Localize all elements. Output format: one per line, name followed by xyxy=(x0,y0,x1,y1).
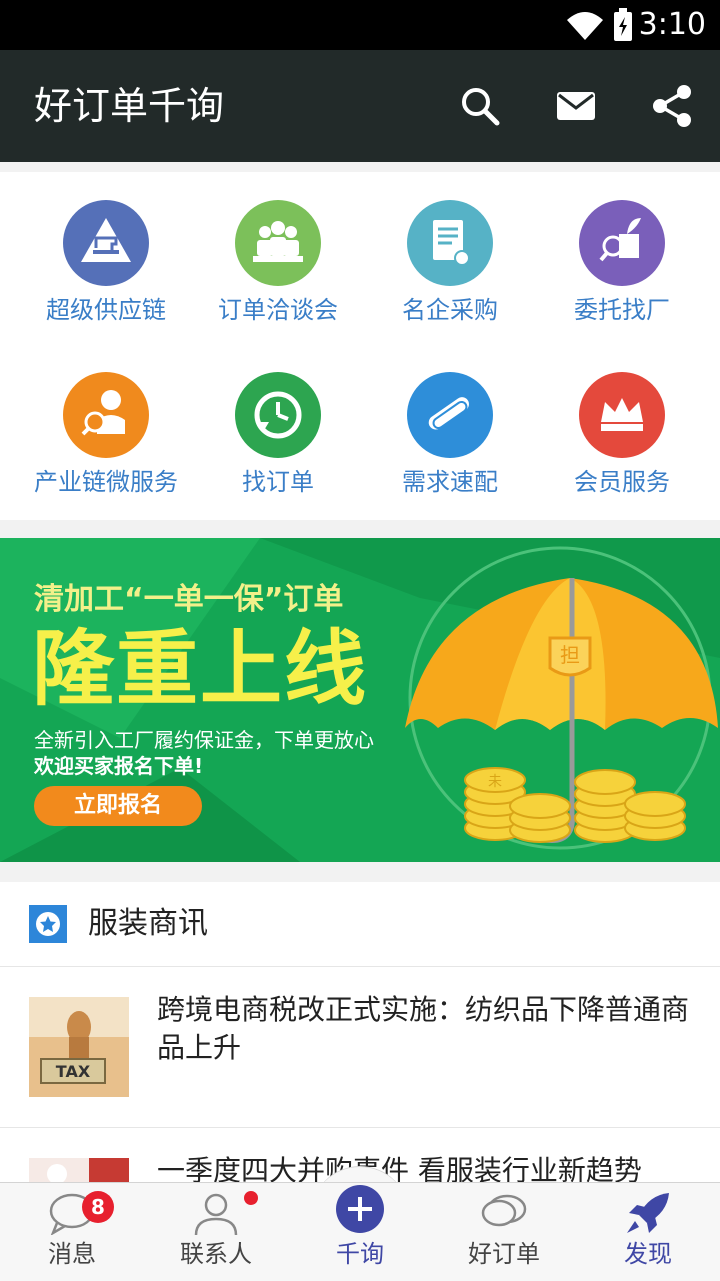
handshake-icon xyxy=(407,372,493,458)
status-bar: 3:10 xyxy=(0,0,720,50)
app-bar: 好订单千询 xyxy=(0,50,720,162)
mail-icon[interactable] xyxy=(552,82,600,130)
person-icon xyxy=(194,1193,238,1235)
thumb-label: TAX xyxy=(56,1062,91,1081)
tab-messages[interactable]: 8 消息 xyxy=(0,1183,144,1281)
banner-line1: 清加工“一单一保”订单 xyxy=(34,582,344,617)
grid-item-order-fair[interactable]: 订单洽谈会 xyxy=(188,172,368,332)
meeting-people-icon xyxy=(235,200,321,286)
banner-desc2: 欢迎买家报名下单! xyxy=(34,754,204,778)
wifi-icon xyxy=(567,12,603,40)
battery-icon xyxy=(614,8,632,41)
news-thumbnail xyxy=(29,1158,129,1182)
news-header: 服装商讯 xyxy=(0,882,720,967)
grid-item-super-supply-chain[interactable]: 超级供应链 xyxy=(16,172,196,332)
news-item-title: 跨境电商税改正式实施：纺织品下降普通商品上升 xyxy=(157,993,690,1064)
app-title: 好订单千询 xyxy=(34,84,225,128)
status-time: 3:10 xyxy=(638,7,706,42)
crown-icon xyxy=(579,372,665,458)
function-grid: 超级供应链 订单洽谈会 名企采购 委托找厂 产业链微服务 找订单 需求速配 会员… xyxy=(0,172,720,520)
grid-item-label: 超级供应链 xyxy=(46,296,166,324)
grid-item-member-service[interactable]: 会员服务 xyxy=(532,344,712,504)
rocket-icon xyxy=(627,1193,669,1233)
sewing-machine-icon xyxy=(63,200,149,286)
bottom-tab-bar: 8 消息 联系人 千询 好订单 发现 xyxy=(0,1182,720,1281)
tab-label: 联系人 xyxy=(180,1240,252,1268)
grid-item-label: 产业链微服务 xyxy=(34,468,178,496)
news-section: 服装商讯 TAX 跨境电商税改正式实施：纺织品下降普通商品上升 一季度四大并购事… xyxy=(0,882,720,1182)
tab-qianxun[interactable]: 千询 xyxy=(288,1183,432,1281)
umbrella-coins-illustration: 担 未 xyxy=(405,578,718,844)
tab-label: 发现 xyxy=(624,1240,672,1268)
banner-desc1: 全新引入工厂履约保证金，下单更放心 xyxy=(34,728,374,752)
grid-item-find-factory[interactable]: 委托找厂 xyxy=(532,172,712,332)
service-person-icon xyxy=(63,372,149,458)
share-icon[interactable] xyxy=(648,82,696,130)
tab-good-orders[interactable]: 好订单 xyxy=(432,1183,576,1281)
search-icon[interactable] xyxy=(456,82,504,130)
certificate-document-icon xyxy=(407,200,493,286)
tab-contacts[interactable]: 联系人 xyxy=(144,1183,288,1281)
shield-char: 担 xyxy=(560,643,580,667)
banner-headline: 隆重上线 xyxy=(32,622,369,717)
grid-item-label: 找订单 xyxy=(242,468,314,496)
news-thumbnail: TAX xyxy=(29,997,129,1097)
grid-item-demand-match[interactable]: 需求速配 xyxy=(360,344,540,504)
tab-label: 千询 xyxy=(336,1240,384,1268)
grid-item-micro-service[interactable]: 产业链微服务 xyxy=(16,344,196,504)
grid-item-famous-purchase[interactable]: 名企采购 xyxy=(360,172,540,332)
grid-item-label: 名企采购 xyxy=(402,296,498,324)
tab-label: 消息 xyxy=(48,1240,96,1268)
news-item[interactable]: TAX 跨境电商税改正式实施：纺织品下降普通商品上升 xyxy=(0,967,720,1128)
news-item-title: 一季度四大并购事件 看服装行业新趋势 xyxy=(157,1154,642,1182)
clock-refresh-icon xyxy=(235,372,321,458)
grid-item-label: 委托找厂 xyxy=(574,296,670,324)
plus-circle-icon xyxy=(336,1185,384,1233)
double-chat-icon xyxy=(481,1194,527,1227)
promo-banner[interactable]: 清加工“一单一保”订单 隆重上线 全新引入工厂履约保证金，下单更放心 欢迎买家报… xyxy=(0,538,720,862)
grid-item-label: 需求速配 xyxy=(402,468,498,496)
coin-char: 未 xyxy=(488,774,502,790)
unread-badge: 8 xyxy=(82,1191,114,1223)
grid-item-label: 会员服务 xyxy=(574,468,670,496)
tab-label: 好订单 xyxy=(468,1240,540,1268)
notification-dot xyxy=(244,1191,258,1205)
grid-item-label: 订单洽谈会 xyxy=(218,296,338,324)
star-icon xyxy=(29,905,67,943)
tab-discover[interactable]: 发现 xyxy=(576,1183,720,1281)
search-factory-icon xyxy=(579,200,665,286)
news-section-title: 服装商讯 xyxy=(88,906,208,941)
grid-item-find-orders[interactable]: 找订单 xyxy=(188,344,368,504)
signup-button[interactable]: 立即报名 xyxy=(34,786,202,826)
